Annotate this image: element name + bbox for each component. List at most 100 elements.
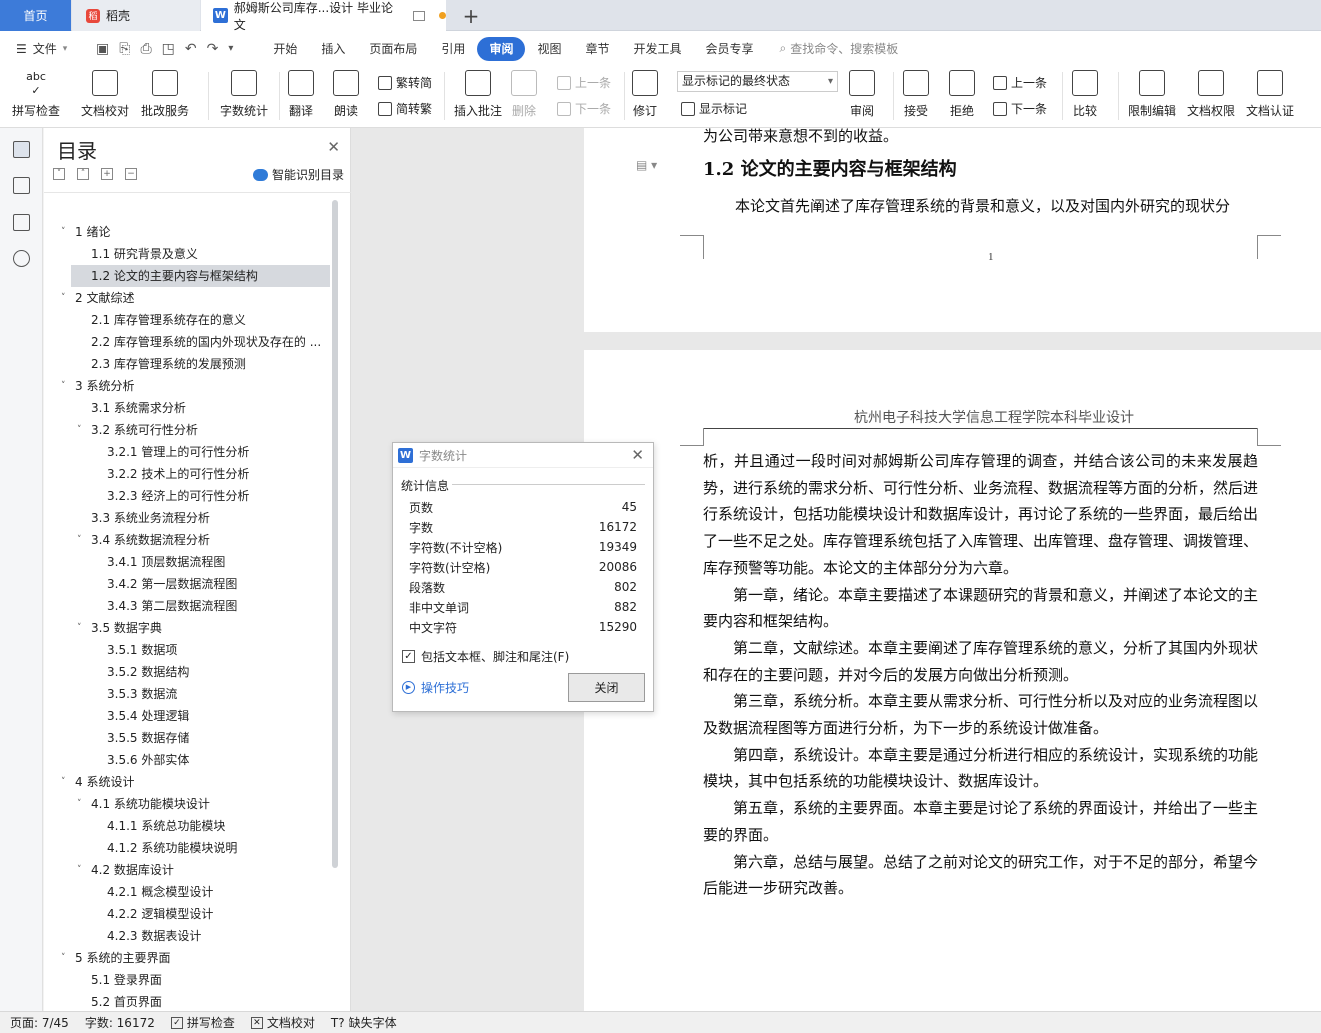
toc-item[interactable]: ˅ 1 绪论	[44, 221, 330, 243]
customize-icon[interactable]: ▾	[228, 43, 233, 54]
markup-state-select[interactable]: 显示标记的最终状态	[677, 71, 838, 92]
chevron-down-icon[interactable]: ˅	[61, 947, 66, 969]
delete-comment-button[interactable]: 删除	[511, 70, 537, 119]
dialog-titlebar[interactable]: W 字数统计	[393, 443, 653, 468]
chapter-nav-icon[interactable]	[13, 177, 30, 194]
prev-change-button[interactable]: 上一条	[993, 74, 1047, 91]
print-preview-icon[interactable]: ◳	[162, 41, 175, 57]
export-pdf-icon[interactable]: ⎘	[119, 41, 130, 57]
translate-button[interactable]: 翻译	[288, 70, 314, 119]
search-icon[interactable]	[13, 250, 30, 267]
toc-item[interactable]: 1.2 论文的主要内容与框架结构	[71, 265, 330, 287]
toc-item[interactable]: 3.4.1 顶层数据流程图	[44, 551, 330, 573]
next-comment-button[interactable]: 下一条	[557, 100, 611, 117]
revise-button[interactable]: 修订	[632, 70, 658, 119]
tab-home[interactable]: 首页	[0, 0, 71, 31]
toc-item[interactable]: 5.2 首页界面	[44, 991, 330, 1011]
compare-button[interactable]: 比较	[1072, 70, 1098, 119]
menu-tab[interactable]: 页面布局	[357, 37, 429, 61]
missing-font-status[interactable]: T? 缺失字体	[331, 1014, 397, 1031]
toc-scrollbar[interactable]	[332, 200, 338, 868]
toc-item[interactable]: 2.2 库存管理系统的国内外现状及存在的 ...	[44, 331, 330, 353]
spellcheck-button[interactable]: abc ✓ 拼写检查	[12, 70, 60, 119]
redo-icon[interactable]: ↷	[207, 41, 219, 57]
toc-item[interactable]: 3.5.5 数据存储	[44, 727, 330, 749]
toc-item[interactable]: 4.2.2 逻辑模型设计	[44, 903, 330, 925]
menu-tab[interactable]: 引用	[429, 37, 477, 61]
review-pane-button[interactable]: 审阅	[849, 70, 875, 119]
print-icon[interactable]: ⎙	[140, 41, 151, 57]
expand-all-icon[interactable]: ˄	[77, 168, 89, 180]
toc-item[interactable]: ˅ 3.5 数据字典	[44, 617, 330, 639]
toc-item[interactable]: 3.3 系统业务流程分析	[44, 507, 330, 529]
chevron-down-icon[interactable]: ˅	[77, 617, 82, 639]
annotate-service-button[interactable]: 批改服务	[141, 70, 189, 119]
proofread-button[interactable]: 文档校对	[81, 70, 129, 119]
chevron-down-icon[interactable]: ˅	[77, 419, 82, 441]
undo-icon[interactable]: ↶	[185, 41, 197, 57]
toc-item[interactable]: 4.2.1 概念模型设计	[44, 881, 330, 903]
toc-item[interactable]: 3.2.3 经济上的可行性分析	[44, 485, 330, 507]
chevron-down-icon[interactable]: ˅	[61, 287, 66, 309]
chevron-down-icon[interactable]: ˅	[61, 221, 66, 243]
toc-item[interactable]: ˅ 5 系统的主要界面	[44, 947, 330, 969]
wordcount-button[interactable]: 字数统计	[220, 70, 268, 119]
menu-tab[interactable]: 章节	[573, 37, 621, 61]
restrict-edit-button[interactable]: 限制编辑	[1128, 70, 1176, 119]
toc-item[interactable]: 3.4.3 第二层数据流程图	[44, 595, 330, 617]
menu-tab[interactable]: 视图	[525, 37, 573, 61]
toc-item[interactable]: 4.1.1 系统总功能模块	[44, 815, 330, 837]
menu-tab[interactable]: 开始	[261, 37, 309, 61]
collapse-all-icon[interactable]: ˅	[53, 168, 65, 180]
add-heading-icon[interactable]: +	[101, 168, 113, 180]
toc-item[interactable]: ˅ 2 文献综述	[44, 287, 330, 309]
read-aloud-button[interactable]: 朗读	[333, 70, 359, 119]
toc-item[interactable]: 3.5.1 数据项	[44, 639, 330, 661]
toc-item[interactable]: 2.1 库存管理系统存在的意义	[44, 309, 330, 331]
proofread-status[interactable]: ✕ 文档校对	[250, 1014, 315, 1031]
chevron-down-icon[interactable]: ˅	[77, 793, 82, 815]
save-icon[interactable]: ▣	[96, 41, 109, 57]
toc-item[interactable]: 1.1 研究背景及意义	[44, 243, 330, 265]
accept-button[interactable]: 接受	[903, 70, 929, 119]
chevron-down-icon[interactable]: ˅	[77, 529, 82, 551]
toc-item[interactable]: 2.3 库存管理系统的发展预测	[44, 353, 330, 375]
toc-item[interactable]: 3.2.2 技术上的可行性分析	[44, 463, 330, 485]
chevron-down-icon[interactable]: ˅	[61, 771, 66, 793]
close-button[interactable]: 关闭	[568, 673, 645, 702]
toc-item[interactable]: 4.2.3 数据表设计	[44, 925, 330, 947]
show-markup-button[interactable]: 显示标记	[681, 100, 747, 117]
toc-item[interactable]: ˅ 4.2 数据库设计	[44, 859, 330, 881]
word-count-indicator[interactable]: 字数: 16172	[85, 1014, 155, 1031]
toc-item[interactable]: 3.2.1 管理上的可行性分析	[44, 441, 330, 463]
toc-item[interactable]: ˅ 3 系统分析	[44, 375, 330, 397]
toc-item[interactable]: 3.5.2 数据结构	[44, 661, 330, 683]
next-change-button[interactable]: 下一条	[993, 100, 1047, 117]
toc-item[interactable]: 4.1.2 系统功能模块说明	[44, 837, 330, 859]
to-traditional-button[interactable]: 繁转简	[378, 74, 432, 91]
monitor-icon[interactable]	[413, 10, 426, 21]
insert-comment-button[interactable]: 插入批注	[454, 70, 502, 119]
to-simplified-button[interactable]: 简转繁	[378, 100, 432, 117]
menu-tab[interactable]: 开发工具	[621, 37, 693, 61]
bookmark-icon[interactable]	[13, 214, 30, 231]
toc-item[interactable]: 5.1 登录界面	[44, 969, 330, 991]
toc-item[interactable]: ˅ 3.4 系统数据流程分析	[44, 529, 330, 551]
remove-heading-icon[interactable]: −	[125, 168, 137, 180]
new-tab-button[interactable]: +	[456, 0, 486, 31]
toc-item[interactable]: ˅ 4 系统设计	[44, 771, 330, 793]
include-notes-checkbox[interactable]: ✓ 包括文本框、脚注和尾注(F)	[402, 648, 569, 665]
reject-button[interactable]: 拒绝	[949, 70, 975, 119]
close-icon[interactable]: ✕	[631, 446, 644, 464]
page-indicator[interactable]: 页面: 7/45	[10, 1014, 69, 1031]
menu-tab[interactable]: 会员专享	[694, 37, 766, 61]
file-menu[interactable]: ☰ 文件 ▾	[0, 40, 86, 57]
toc-item[interactable]: 3.4.2 第一层数据流程图	[44, 573, 330, 595]
command-search[interactable]: ⌕ 查找命令、搜索模板	[780, 40, 899, 57]
toc-item[interactable]: ˅ 3.2 系统可行性分析	[44, 419, 330, 441]
prev-comment-button[interactable]: 上一条	[557, 74, 611, 91]
tips-link[interactable]: ▶ 操作技巧	[402, 679, 469, 696]
paragraph-menu-icon[interactable]: ▤ ▾	[636, 158, 657, 172]
doc-permission-button[interactable]: 文档权限	[1187, 70, 1235, 119]
tab-daoke[interactable]: 稻 稻壳	[72, 0, 200, 31]
